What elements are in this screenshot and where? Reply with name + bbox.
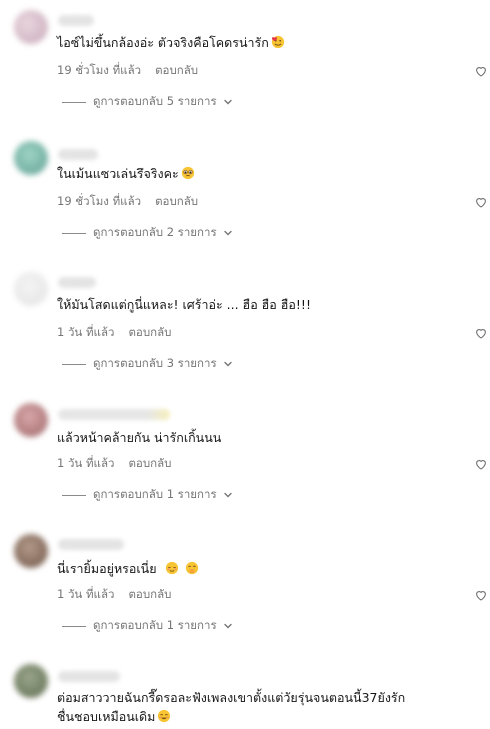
chevron-down-icon xyxy=(223,623,232,629)
view-replies-label: ดูการตอบกลับ 1 รายการ xyxy=(93,618,217,632)
comments-panel: ไอซ์ไม่ขึ้นกล้องอ่ะ ตัวจริงคือโคดรน่ารัก… xyxy=(0,0,490,729)
smiling-face-with-hearts-emoji xyxy=(271,35,284,49)
username-blurred[interactable] xyxy=(58,277,96,288)
divider-line xyxy=(62,363,86,365)
view-replies-button[interactable]: ดูการตอบกลับ 1 รายการ xyxy=(62,618,233,634)
avatar[interactable] xyxy=(14,272,48,306)
divider-line xyxy=(62,101,86,103)
view-replies-button[interactable]: ดูการตอบกลับ 3 รายการ xyxy=(62,356,233,372)
username-blurred[interactable] xyxy=(58,149,98,160)
heart-outline-icon[interactable] xyxy=(474,64,488,78)
timestamp: 1 วัน ที่แล้ว xyxy=(57,325,115,339)
reply-button[interactable]: ตอบกลับ xyxy=(128,587,171,601)
comment-meta: 19 ชั่วโมง ที่แล้ว ตอบกลับ xyxy=(57,62,198,80)
divider-line xyxy=(62,232,86,234)
view-replies-label: ดูการตอบกลับ 2 รายการ xyxy=(93,225,217,239)
smiling-face-with-smiling-eyes-emoji xyxy=(158,709,171,723)
divider-line xyxy=(62,625,86,627)
heart-outline-icon[interactable] xyxy=(474,326,488,340)
username-blurred[interactable] xyxy=(58,409,170,420)
avatar[interactable] xyxy=(14,141,48,175)
chevron-down-icon xyxy=(223,361,232,367)
view-replies-button[interactable]: ดูการตอบกลับ 1 รายการ xyxy=(62,487,233,503)
username-blurred[interactable] xyxy=(58,15,94,26)
heart-outline-icon[interactable] xyxy=(474,195,488,209)
chevron-down-icon xyxy=(223,492,232,498)
chevron-down-icon xyxy=(223,230,232,236)
comment-meta: 1 วัน ที่แล้ว ตอบกลับ xyxy=(57,586,171,604)
reply-button[interactable]: ตอบกลับ xyxy=(128,325,171,339)
comment-meta: 1 วัน ที่แล้ว ตอบกลับ xyxy=(57,455,171,473)
view-replies-label: ดูการตอบกลับ 3 รายการ xyxy=(93,356,217,370)
avatar[interactable] xyxy=(14,534,48,568)
heart-outline-icon[interactable] xyxy=(474,457,488,471)
heart-outline-icon[interactable] xyxy=(474,588,488,602)
comment-text: ในเม้นแซวเล่นรึจริงคะ xyxy=(57,164,470,183)
view-replies-label: ดูการตอบกลับ 5 รายการ xyxy=(93,94,217,108)
timestamp: 1 วัน ที่แล้ว xyxy=(57,456,115,470)
comment-text: แล้วหน้าคล้ายกัน น่ารักเกิ้นนน xyxy=(57,430,222,445)
timestamp: 19 ชั่วโมง ที่แล้ว xyxy=(57,194,142,208)
avatar[interactable] xyxy=(14,403,48,437)
comment-text: ไอซ์ไม่ขึ้นกล้องอ่ะ ตัวจริงคือโคดรน่ารัก xyxy=(57,33,470,52)
comment-text: นี่เรายิ้มอยู่หรอเนี่ย xyxy=(57,559,470,578)
view-replies-label: ดูการตอบกลับ 1 รายการ xyxy=(93,487,217,501)
avatar[interactable] xyxy=(14,664,48,698)
chevron-down-icon xyxy=(223,99,232,105)
comment-text: ให้มันโสดแต่กูนี่แหละ! เศร้าอ่ะ ... ฮือ … xyxy=(57,297,311,312)
username-blurred[interactable] xyxy=(58,539,124,550)
avatar[interactable] xyxy=(14,10,48,44)
comment-meta: 19 ชั่วโมง ที่แล้ว ตอบกลับ xyxy=(57,193,198,211)
face-with-hand-over-mouth-emoji xyxy=(185,561,198,575)
timestamp: 19 ชั่วโมง ที่แล้ว xyxy=(57,63,142,77)
reply-button[interactable]: ตอบกลับ xyxy=(155,194,198,208)
comment-text: ต่อมสาววายฉันกรี๊ดรอละฟังเพลงเขาตั้งแต่ว… xyxy=(57,690,406,724)
pleading-face-emoji xyxy=(181,166,194,180)
username-blurred[interactable] xyxy=(58,671,120,682)
timestamp: 1 วัน ที่แล้ว xyxy=(57,587,115,601)
view-replies-button[interactable]: ดูการตอบกลับ 5 รายการ xyxy=(62,94,233,110)
comment-meta: 1 วัน ที่แล้ว ตอบกลับ xyxy=(57,324,171,342)
reply-button[interactable]: ตอบกลับ xyxy=(128,456,171,470)
relieved-face-emoji xyxy=(165,561,178,575)
divider-line xyxy=(62,494,86,496)
view-replies-button[interactable]: ดูการตอบกลับ 2 รายการ xyxy=(62,225,233,241)
reply-button[interactable]: ตอบกลับ xyxy=(155,63,198,77)
